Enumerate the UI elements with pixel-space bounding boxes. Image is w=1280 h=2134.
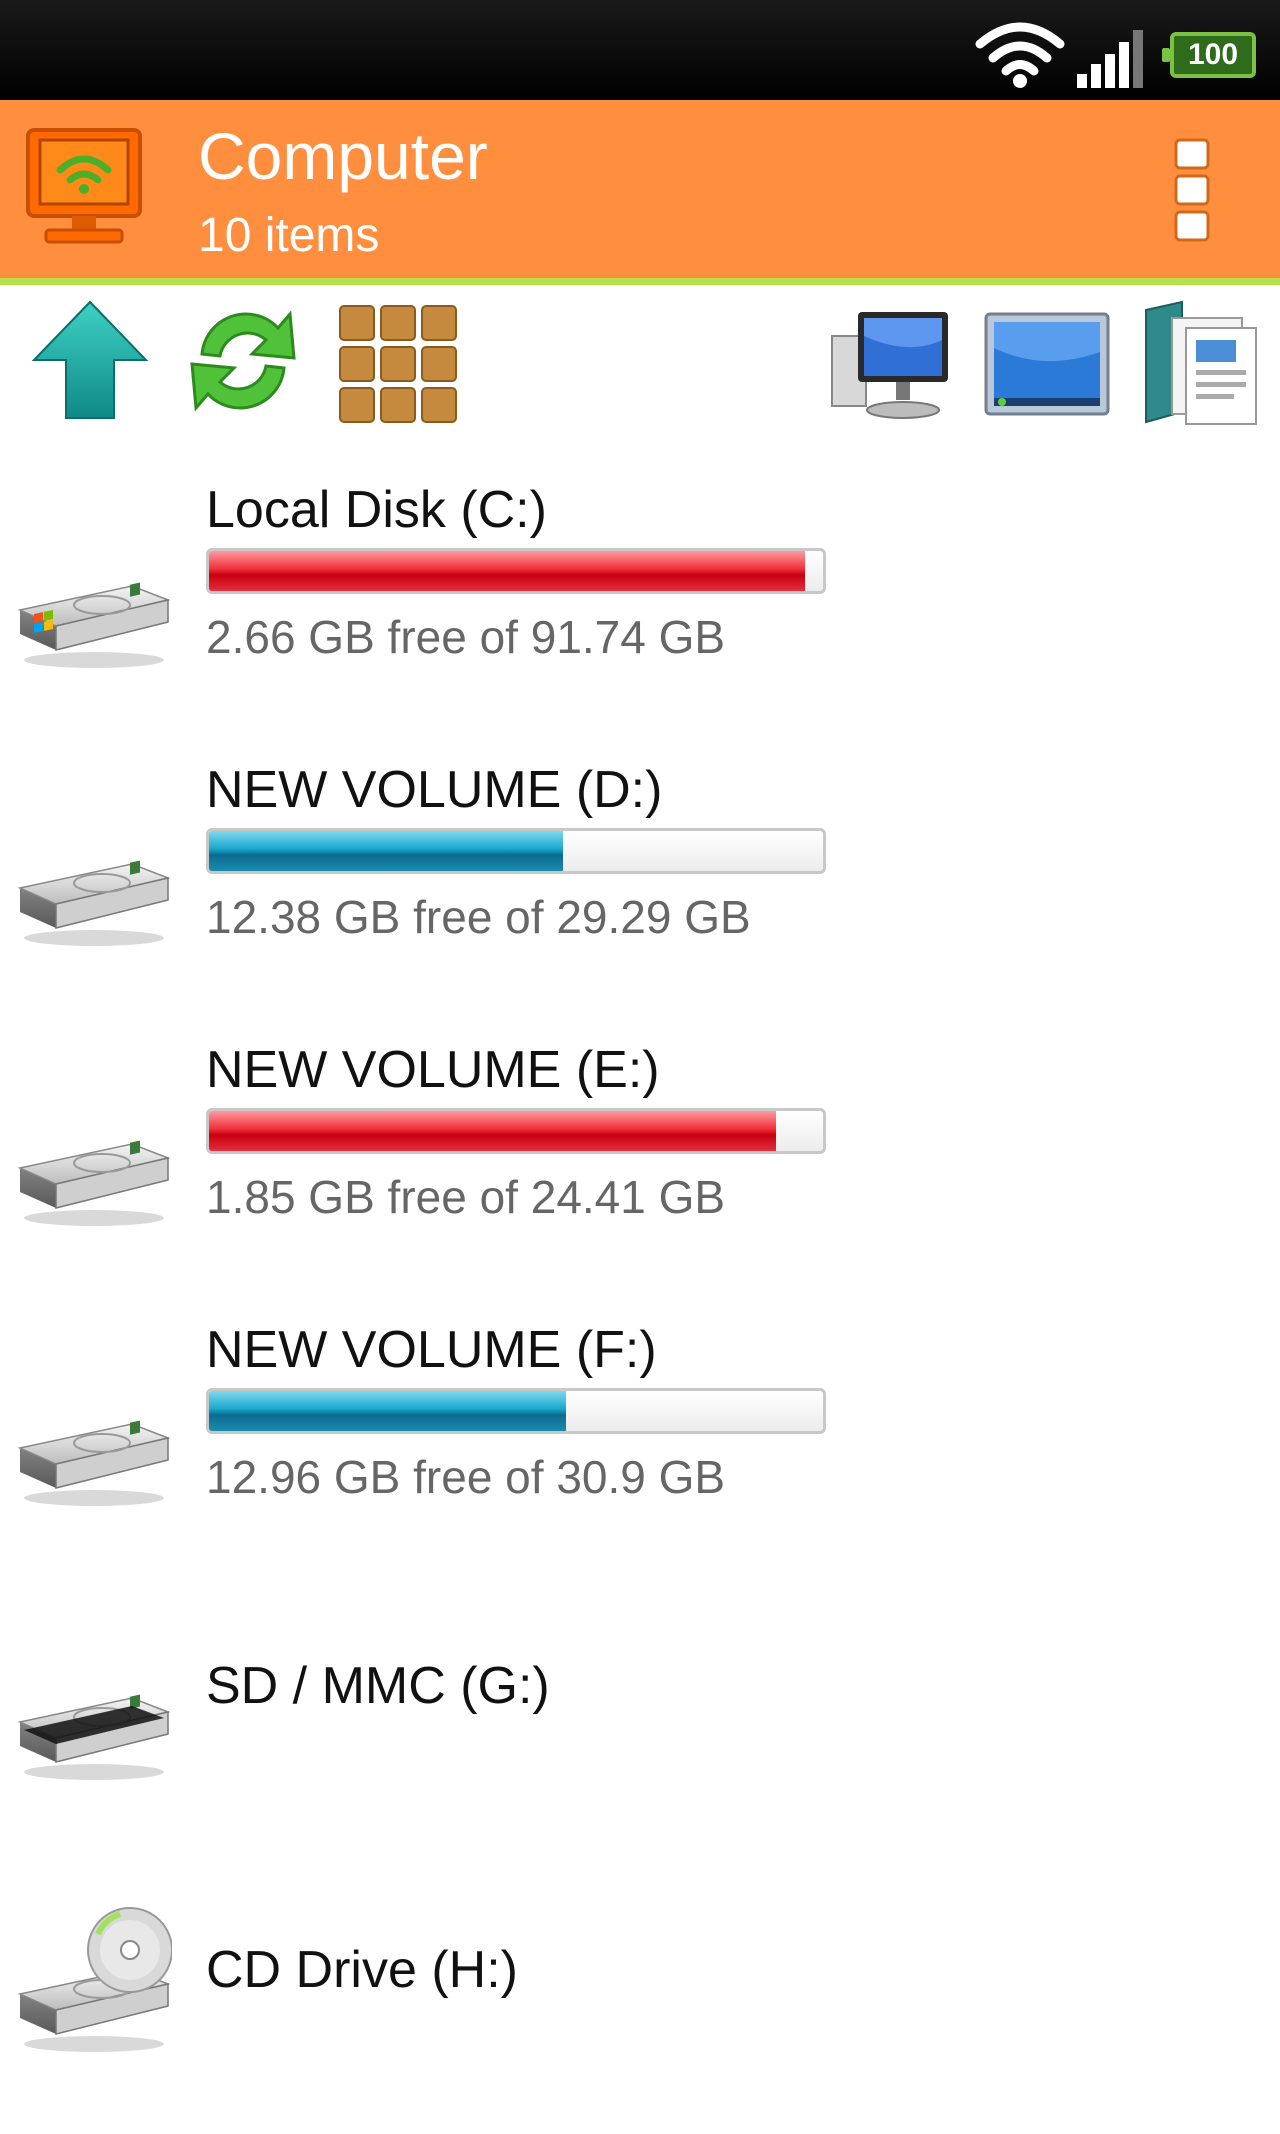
drive-item-c[interactable]: Local Disk (C:) 2.66 GB free of 91.74 GB [0, 470, 1280, 690]
free-space-label: 1.85 GB free of 24.41 GB [206, 1171, 726, 1223]
signal-icon [1077, 30, 1143, 88]
usage-bar-fill [209, 831, 564, 871]
action-bar: Computer 10 items [0, 100, 1280, 285]
drive-item-d[interactable]: NEW VOLUME (D:) 12.38 GB free of 29.29 G… [0, 750, 1280, 970]
wifi-icon [975, 22, 1065, 88]
refresh-icon[interactable] [180, 298, 306, 424]
overflow-menu-icon[interactable] [1170, 138, 1214, 242]
up-arrow-icon[interactable] [30, 298, 150, 422]
usage-bar-fill [209, 551, 806, 591]
drive-item-f[interactable]: NEW VOLUME (F:) 12.96 GB free of 30.9 GB [0, 1310, 1280, 1530]
computer-wifi-icon[interactable] [24, 126, 144, 250]
desktop-icon[interactable] [984, 312, 1110, 416]
usage-bar-fill [209, 1111, 777, 1151]
computer-icon[interactable] [828, 306, 958, 424]
sd-card-drive-icon [12, 1672, 172, 1782]
drive-name: SD / MMC (G:) [206, 1657, 550, 1715]
status-bar: 100 [0, 0, 1280, 100]
drive-item-g[interactable]: SD / MMC (G:) [0, 1630, 1280, 1800]
free-space-label: 2.66 GB free of 91.74 GB [206, 611, 726, 663]
usage-bar-fill [209, 1391, 566, 1431]
hard-drive-icon [12, 838, 172, 948]
drive-item-e[interactable]: NEW VOLUME (E:) 1.85 GB free of 24.41 GB [0, 1030, 1280, 1250]
documents-icon[interactable] [1142, 300, 1260, 428]
hard-drive-icon [12, 1398, 172, 1508]
drive-name: CD Drive (H:) [206, 1941, 518, 1999]
drive-name: Local Disk (C:) [206, 481, 547, 539]
usage-bar [206, 548, 826, 594]
grid-view-icon[interactable] [338, 304, 458, 424]
drive-name: NEW VOLUME (F:) [206, 1321, 657, 1379]
hard-drive-icon [12, 1118, 172, 1228]
usage-bar [206, 828, 826, 874]
item-count: 10 items [198, 209, 380, 262]
drive-name: NEW VOLUME (D:) [206, 761, 663, 819]
battery-level: 100 [1187, 38, 1239, 71]
drive-item-h[interactable]: CD Drive (H:) [0, 1880, 1280, 2080]
page-title: Computer [198, 119, 488, 193]
battery-icon: 100 [1162, 32, 1256, 78]
cd-drive-icon [19, 1907, 172, 2053]
windows-hard-drive-icon [12, 560, 172, 670]
free-space-label: 12.96 GB free of 30.9 GB [206, 1451, 726, 1503]
free-space-label: 12.38 GB free of 29.29 GB [206, 891, 751, 943]
drive-name: NEW VOLUME (E:) [206, 1041, 660, 1099]
usage-bar [206, 1108, 826, 1154]
usage-bar [206, 1388, 826, 1434]
